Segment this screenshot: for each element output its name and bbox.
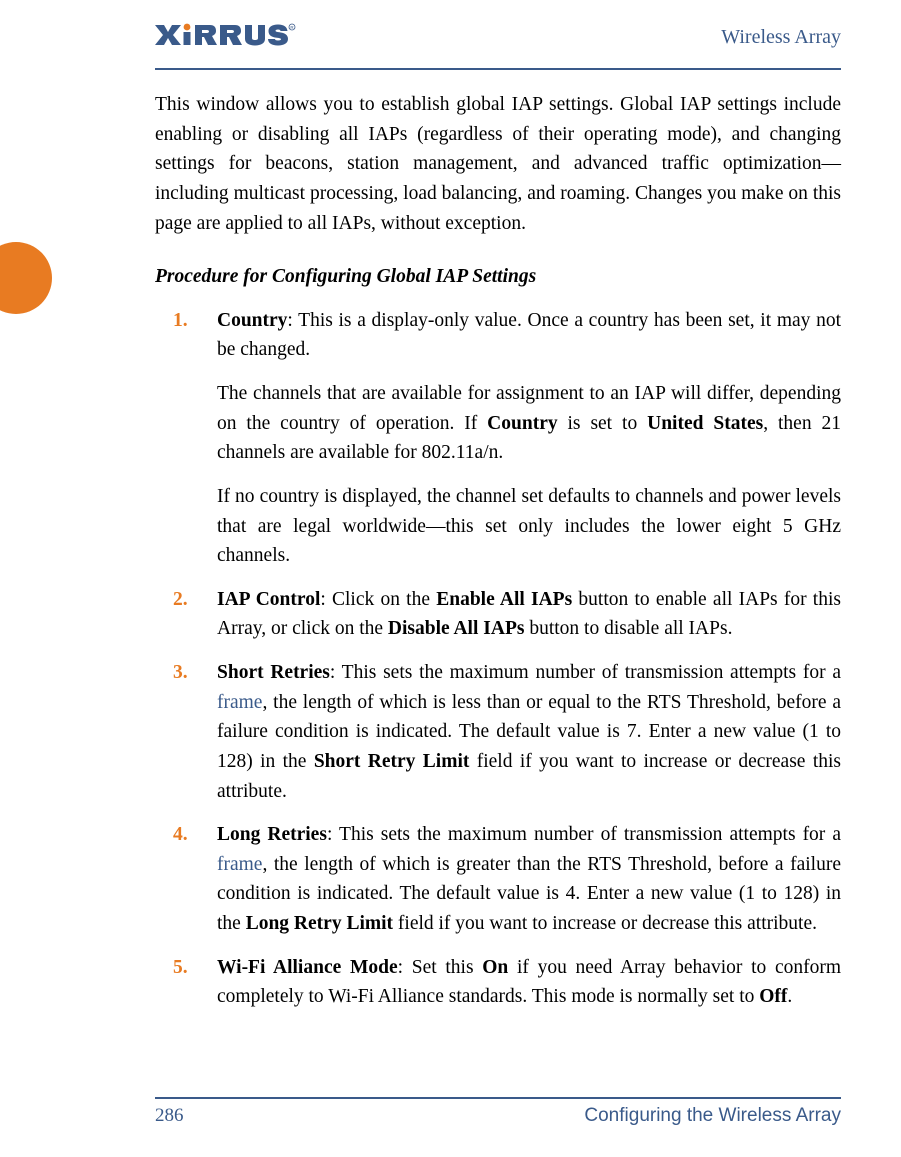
step-text: . — [787, 986, 792, 1007]
step-head: IAP Control — [217, 589, 320, 610]
step-head: Long Retries — [217, 824, 327, 845]
step-text: If no country is displayed, the channel … — [217, 482, 841, 571]
step-text: is set to — [558, 413, 648, 434]
bold-text: United States — [647, 413, 763, 434]
step-head: Country — [217, 310, 287, 331]
step-1: 1. Country: This is a display-only value… — [217, 306, 841, 571]
header-title: Wireless Array — [721, 26, 841, 49]
intro-paragraph: This window allows you to establish glob… — [155, 90, 841, 238]
step-text: : This sets the maximum number of transm… — [327, 824, 841, 845]
bold-text: Long Retry Limit — [246, 913, 393, 934]
page-footer: 286 Configuring the Wireless Array — [155, 1097, 841, 1127]
step-5: 5. Wi-Fi Alliance Mode: Set this On if y… — [217, 953, 841, 1012]
bold-text: Disable All IAPs — [388, 618, 525, 639]
subheading: Procedure for Configuring Global IAP Set… — [155, 262, 841, 292]
step-3: 3. Short Retries: This sets the maximum … — [217, 658, 841, 806]
page-header: R Wireless Array — [155, 20, 841, 70]
xirrus-logo: R — [155, 20, 305, 50]
frame-link[interactable]: frame — [217, 692, 262, 713]
step-number: 4. — [173, 820, 188, 850]
step-number: 1. — [173, 306, 188, 336]
side-tab-decoration — [0, 242, 52, 314]
procedure-steps: 1. Country: This is a display-only value… — [155, 306, 841, 1012]
bold-text: Short Retry Limit — [314, 751, 470, 772]
step-number: 3. — [173, 658, 188, 688]
bold-text: On — [482, 957, 508, 978]
step-2: 2. IAP Control: Click on the Enable All … — [217, 585, 841, 644]
step-text: field if you want to increase or decreas… — [393, 913, 817, 934]
step-4: 4. Long Retries: This sets the maximum n… — [217, 820, 841, 939]
step-number: 2. — [173, 585, 188, 615]
page-content: This window allows you to establish glob… — [155, 90, 841, 1012]
step-text: : This sets the maximum number of transm… — [330, 662, 841, 683]
frame-link[interactable]: frame — [217, 854, 262, 875]
page-number: 286 — [155, 1105, 184, 1127]
bold-text: Enable All IAPs — [436, 589, 572, 610]
step-head: Short Retries — [217, 662, 330, 683]
step-text: : Set this — [398, 957, 483, 978]
step-text: : Click on the — [320, 589, 436, 610]
step-text: button to disable all IAPs. — [524, 618, 732, 639]
bold-text: Off — [759, 986, 787, 1007]
step-number: 5. — [173, 953, 188, 983]
bold-text: Country — [487, 413, 557, 434]
step-text: : This is a display-only value. Once a c… — [217, 310, 841, 361]
step-head: Wi-Fi Alliance Mode — [217, 957, 398, 978]
footer-section: Configuring the Wireless Array — [584, 1105, 841, 1127]
